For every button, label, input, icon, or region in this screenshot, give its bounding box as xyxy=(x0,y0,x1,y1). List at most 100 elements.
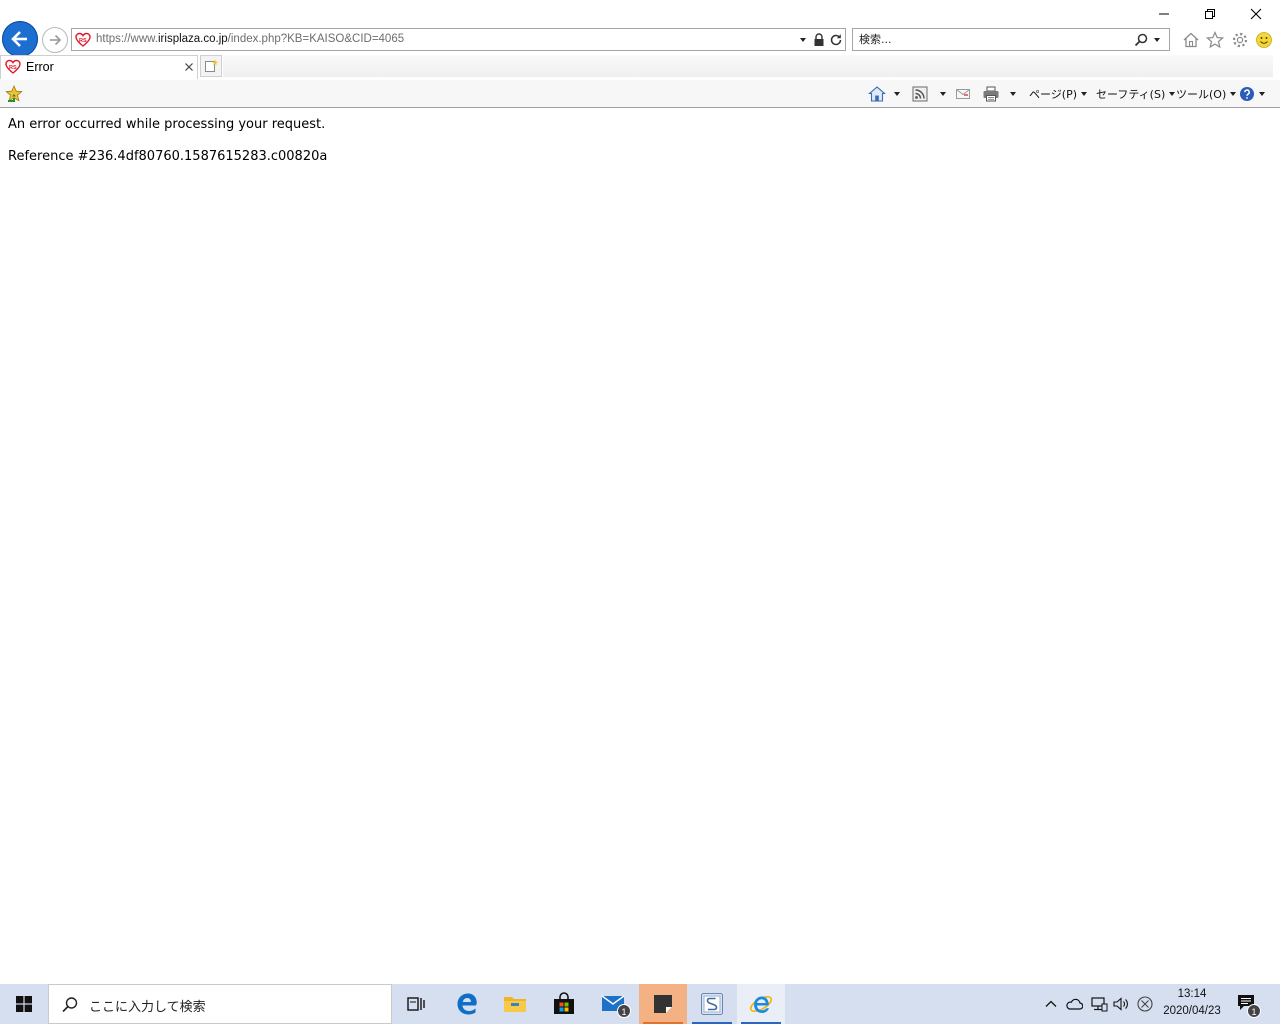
search-provider-dropdown[interactable] xyxy=(1151,32,1163,48)
command-bar: ページ(P) セーフティ(S) ツール(O) xyxy=(0,80,1280,107)
command-tools-menu[interactable]: ツール(O) xyxy=(1176,84,1237,104)
url-dropdown-button[interactable] xyxy=(796,32,810,48)
chevron-down-icon xyxy=(940,92,946,96)
back-button[interactable] xyxy=(2,21,38,57)
network-tray-button[interactable] xyxy=(1090,995,1108,1013)
printer-icon xyxy=(983,86,999,102)
taskbar-sakura-editor-button[interactable] xyxy=(688,984,736,1024)
search-box[interactable] xyxy=(852,28,1170,51)
rss-feed-icon xyxy=(912,86,928,102)
gear-icon xyxy=(1232,32,1248,48)
cloud-icon xyxy=(1066,998,1083,1010)
onedrive-tray-button[interactable] xyxy=(1065,995,1083,1013)
close-window-button[interactable] xyxy=(1233,0,1279,28)
show-hidden-icons-button[interactable] xyxy=(1042,995,1060,1013)
tools-menu-label: ツール(O) xyxy=(1176,88,1227,101)
clock-date[interactable]: 2020/04/23 xyxy=(1158,1005,1226,1017)
chevron-down-icon xyxy=(1259,92,1265,96)
forward-button[interactable] xyxy=(42,27,68,53)
help-icon xyxy=(1240,87,1254,101)
command-help-menu[interactable] xyxy=(1239,84,1265,104)
add-to-favorites-bar-icon[interactable] xyxy=(4,84,24,104)
tab-strip: RS Error xyxy=(0,55,1280,79)
volume-tray-button[interactable] xyxy=(1112,995,1130,1013)
command-home-button[interactable] xyxy=(868,84,900,104)
store-bag-icon xyxy=(554,992,574,1014)
taskbar-internet-explorer-button[interactable] xyxy=(737,984,785,1024)
refresh-icon[interactable] xyxy=(828,32,844,48)
taskbar-file-explorer-button[interactable] xyxy=(491,984,539,1024)
network-icon xyxy=(1091,997,1108,1012)
restore-icon xyxy=(1205,9,1215,19)
action-center-button[interactable]: 1 xyxy=(1236,993,1261,1018)
taskbar-sticky-notes-button[interactable] xyxy=(639,984,687,1024)
home-icon xyxy=(868,86,886,102)
start-button[interactable] xyxy=(0,984,48,1024)
url-text[interactable]: https://www.irisplaza.co.jp/index.php?KB… xyxy=(96,33,404,45)
taskbar-mail-button[interactable]: 1 xyxy=(590,984,638,1024)
speaker-icon xyxy=(1113,997,1128,1011)
star-icon xyxy=(1206,31,1224,49)
windows-logo-icon xyxy=(16,996,32,1012)
tab-strip-background xyxy=(223,55,1273,77)
taskbar-edge-button[interactable] xyxy=(443,984,491,1024)
command-print-button[interactable] xyxy=(982,84,1016,104)
chevron-down-icon xyxy=(800,38,806,42)
notification-badge: 1 xyxy=(1247,1004,1261,1018)
chevron-down-icon xyxy=(1154,38,1160,42)
command-safety-menu[interactable]: セーフティ(S) xyxy=(1096,84,1176,104)
tab-close-button[interactable] xyxy=(182,59,196,75)
home-icon xyxy=(1183,32,1199,48)
smiley-icon xyxy=(1256,32,1272,48)
search-icon[interactable] xyxy=(1133,32,1149,48)
system-tray: 13:14 2020/04/23 1 xyxy=(1040,984,1280,1024)
search-icon xyxy=(62,997,78,1013)
lock-icon[interactable] xyxy=(812,32,826,48)
internet-explorer-icon xyxy=(749,996,773,1013)
tab-title: Error xyxy=(26,60,54,74)
error-reference: Reference #236.4df80760.1587615283.c0082… xyxy=(8,149,328,164)
search-input[interactable] xyxy=(853,29,1123,50)
clock-time[interactable]: 13:14 xyxy=(1164,988,1220,1000)
svg-text:RS: RS xyxy=(9,65,17,71)
safety-menu-label: セーフティ(S) xyxy=(1096,88,1166,101)
new-tab-button[interactable] xyxy=(200,55,222,77)
chevron-down-icon xyxy=(1230,92,1237,96)
restore-button[interactable] xyxy=(1187,0,1233,28)
close-icon xyxy=(1250,8,1262,20)
ime-off-icon xyxy=(1137,996,1153,1012)
ime-tray-button[interactable] xyxy=(1136,995,1154,1013)
tools-button[interactable] xyxy=(1229,29,1251,51)
chevron-down-icon xyxy=(1081,92,1087,96)
mail-badge: 1 xyxy=(617,1004,631,1018)
chevron-up-icon xyxy=(1045,1000,1057,1007)
command-page-menu[interactable]: ページ(P) xyxy=(1029,84,1087,104)
page-menu-label: ページ(P) xyxy=(1029,88,1077,101)
favorites-button[interactable] xyxy=(1204,29,1226,51)
chevron-down-icon xyxy=(1010,92,1016,96)
close-icon xyxy=(185,63,193,71)
taskbar-search-placeholder: ここに入力して検索 xyxy=(89,1000,206,1015)
error-message: An error occurred while processing your … xyxy=(8,117,326,132)
edge-icon xyxy=(457,993,477,1015)
minimize-button[interactable] xyxy=(1141,0,1187,28)
browser-chrome: RS https://www.irisplaza.co.jp/index.php… xyxy=(0,0,1280,108)
chevron-down-icon xyxy=(894,92,900,96)
minimize-icon xyxy=(1159,13,1169,15)
forward-arrow-icon xyxy=(50,34,62,46)
sakura-editor-icon xyxy=(701,993,723,1015)
new-tab-icon xyxy=(205,59,218,72)
taskbar-store-button[interactable] xyxy=(540,984,588,1024)
page-content: An error occurred while processing your … xyxy=(0,108,1280,984)
command-read-mail-button[interactable] xyxy=(955,84,971,104)
home-button[interactable] xyxy=(1180,29,1202,51)
address-bar[interactable]: RS https://www.irisplaza.co.jp/index.php… xyxy=(71,28,846,51)
back-arrow-icon xyxy=(11,31,27,47)
sticky-notes-icon xyxy=(654,995,672,1013)
task-view-button[interactable] xyxy=(392,984,440,1024)
tab-error[interactable]: RS Error xyxy=(0,55,198,79)
irisplaza-favicon: RS xyxy=(5,59,21,74)
taskbar-search-box[interactable]: ここに入力して検索 xyxy=(48,984,392,1024)
feedback-button[interactable] xyxy=(1253,29,1275,51)
command-feeds-button[interactable] xyxy=(912,84,946,104)
